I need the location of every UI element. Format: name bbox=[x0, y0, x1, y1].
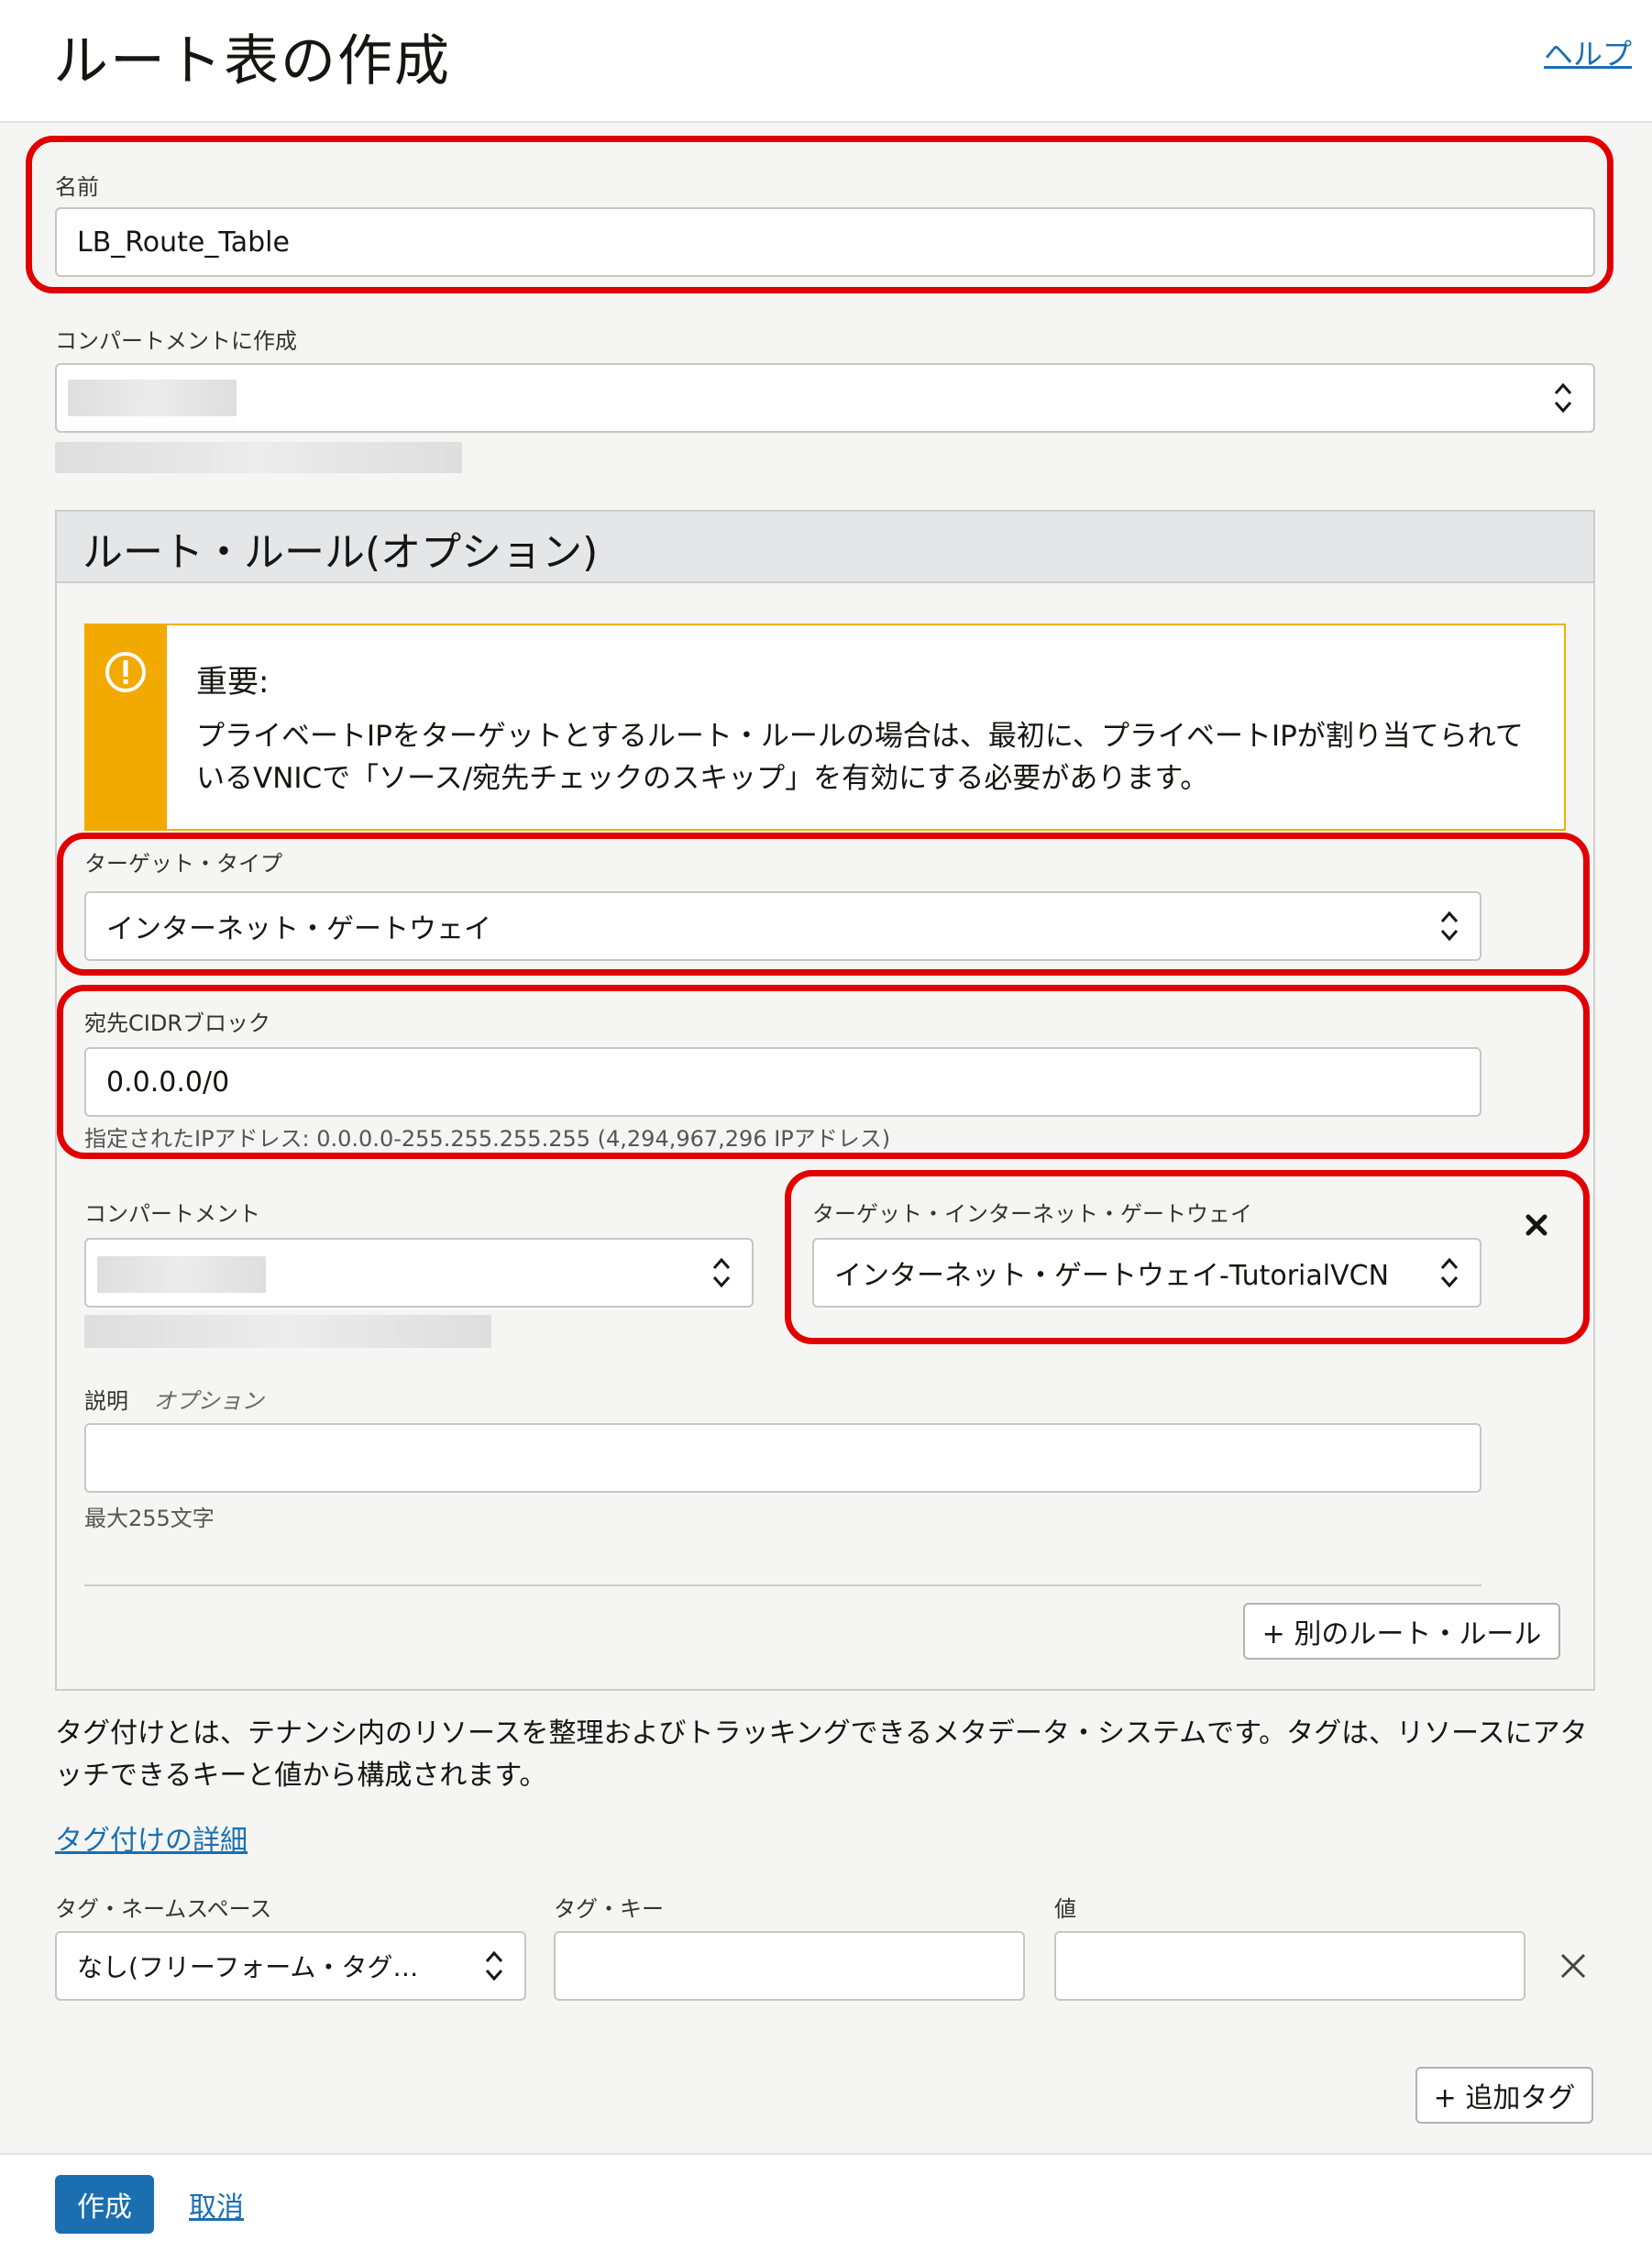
tag-namespace-select[interactable]: なし(フリーフォーム・タグ… bbox=[55, 1931, 526, 2001]
help-link[interactable]: ヘルプ bbox=[1544, 31, 1632, 73]
tagging-learn-more-link[interactable]: タグ付けの詳細 bbox=[55, 1817, 248, 1858]
chevron-updown-icon bbox=[485, 1950, 503, 1982]
description-input[interactable] bbox=[84, 1423, 1481, 1493]
redacted-rule-compartment-path bbox=[84, 1315, 491, 1348]
close-icon[interactable] bbox=[1558, 1951, 1588, 1981]
tag-namespace-value: なし(フリーフォーム・タグ… bbox=[77, 1952, 419, 1982]
tag-namespace-label: タグ・ネームスペース bbox=[55, 1896, 272, 1922]
description-optional: オプション bbox=[153, 1388, 264, 1414]
add-route-rule-button[interactable]: + 別のルート・ルール bbox=[1243, 1603, 1560, 1660]
rule-compartment-select[interactable] bbox=[84, 1238, 754, 1308]
create-button[interactable]: 作成 bbox=[55, 2175, 154, 2234]
tagging-intro: タグ付けとは、テナンシ内のリソースを整理およびトラッキングできるメタデータ・シス… bbox=[55, 1717, 1588, 1792]
compartment-label: コンパートメントに作成 bbox=[55, 328, 297, 354]
highlight-target-gateway bbox=[785, 1170, 1590, 1344]
tag-value-label: 値 bbox=[1054, 1896, 1076, 1922]
description-label-text: 説明 bbox=[84, 1388, 128, 1414]
rule-compartment-label: コンパートメント bbox=[84, 1201, 260, 1227]
highlight-cidr bbox=[57, 985, 1590, 1159]
tag-value-input[interactable] bbox=[1054, 1931, 1525, 2001]
redacted-compartment bbox=[68, 380, 237, 416]
cancel-link[interactable]: 取消 bbox=[189, 2184, 244, 2224]
compartment-select[interactable] bbox=[55, 363, 1595, 433]
highlight-name bbox=[26, 136, 1613, 293]
warning-body: プライベートIPをターゲットとするルート・ルールの場合は、最初に、プライベートI… bbox=[196, 720, 1524, 795]
route-rules-title: ルート・ルール(オプション) bbox=[83, 529, 599, 576]
description-label: 説明 オプション bbox=[84, 1383, 264, 1415]
chevron-updown-icon bbox=[712, 1257, 731, 1288]
page-title: ルート表の作成 bbox=[53, 29, 451, 94]
add-tag-button[interactable]: + 追加タグ bbox=[1415, 2067, 1593, 2124]
description-hint: 最大255文字 bbox=[84, 1506, 215, 1531]
warning-bar bbox=[84, 624, 167, 831]
tag-key-input[interactable] bbox=[554, 1931, 1025, 2001]
section-divider bbox=[84, 1584, 1481, 1586]
warning-icon bbox=[105, 652, 146, 692]
tag-key-label: タグ・キー bbox=[554, 1896, 664, 1922]
highlight-target-type bbox=[57, 833, 1590, 976]
footer bbox=[0, 2153, 1652, 2252]
warning-title: 重要: bbox=[196, 664, 270, 701]
chevron-updown-icon bbox=[1554, 382, 1572, 414]
redacted-compartment-path bbox=[55, 442, 462, 473]
redacted-rule-compartment bbox=[97, 1256, 266, 1293]
